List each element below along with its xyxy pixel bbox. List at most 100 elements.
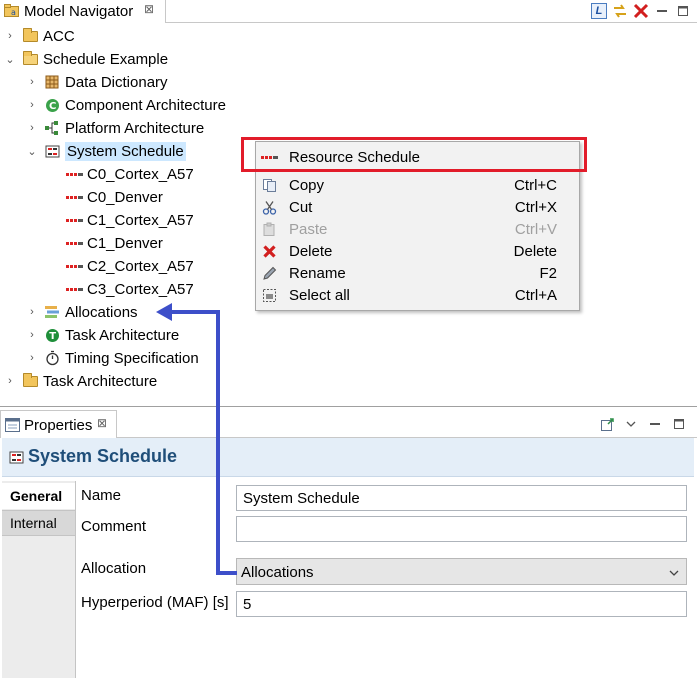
close-icon[interactable]: ⊠ [97, 416, 107, 430]
menu-item-paste[interactable]: Paste Ctrl+V [256, 218, 579, 240]
tree-item-label: C3_Cortex_A57 [87, 280, 194, 298]
tree-item-task-architecture[interactable]: › T Task Architecture [26, 324, 179, 346]
folder-icon [22, 27, 38, 44]
tree-item-schedule-example[interactable]: ⌄ Schedule Example [4, 48, 168, 70]
menu-item-rename[interactable]: Rename F2 [256, 262, 579, 284]
link-with-editor-icon[interactable]: L [591, 3, 607, 19]
properties-side-tabs: General Internal [2, 481, 76, 678]
resource-schedule-icon [65, 258, 83, 274]
tree-item-allocations[interactable]: › Allocations [26, 301, 138, 323]
resource-schedule-icon [65, 212, 83, 228]
chevron-down-icon[interactable]: ⌄ [26, 145, 38, 158]
tree-item-timing-specification[interactable]: › Timing Specification [26, 347, 199, 369]
timing-specification-icon [44, 350, 60, 366]
chevron-right-icon[interactable]: › [26, 306, 38, 318]
tree-item-label: Platform Architecture [65, 119, 205, 137]
tree-item-c1-cortex-a57[interactable]: C1_Cortex_A57 [65, 209, 194, 231]
menu-item-delete[interactable]: Delete Delete [256, 240, 579, 262]
tree-item-c2-cortex-a57[interactable]: C2_Cortex_A57 [65, 255, 194, 277]
tree-item-task-architecture-folder[interactable]: › Task Architecture [4, 370, 157, 392]
navigator-toolbar: L [591, 2, 691, 20]
chevron-right-icon[interactable]: › [26, 352, 38, 364]
highlight-box [241, 137, 587, 172]
view-menu-icon[interactable] [623, 416, 639, 432]
name-label: Name [81, 487, 122, 504]
tree-item-label: C1_Cortex_A57 [87, 211, 194, 229]
tree-item-label: Component Architecture [65, 96, 226, 114]
close-icon[interactable]: ⊠ [144, 2, 154, 16]
tree-item-c0-denver[interactable]: C0_Denver [65, 186, 163, 208]
tree-item-label: Allocations [65, 303, 138, 321]
name-field[interactable]: System Schedule [236, 485, 687, 511]
menu-item-label: Rename [289, 264, 346, 282]
menu-item-select-all[interactable]: Select all Ctrl+A [256, 284, 579, 306]
properties-icon [5, 418, 20, 432]
tree-item-label: Data Dictionary [65, 73, 168, 91]
menu-item-shortcut: F2 [539, 264, 557, 282]
menu-item-shortcut: Delete [513, 242, 557, 260]
model-navigator-title: Model Navigator [24, 3, 134, 20]
properties-tab[interactable]: Properties ⊠ [0, 410, 117, 438]
tree-item-label: C1_Denver [87, 234, 163, 252]
minimize-icon[interactable] [647, 416, 663, 432]
tree-item-label: C0_Cortex_A57 [87, 165, 194, 183]
rename-icon [261, 265, 277, 281]
menu-item-copy[interactable]: Copy Ctrl+C [256, 174, 579, 196]
tree-item-c0-cortex-a57[interactable]: C0_Cortex_A57 [65, 163, 194, 185]
chevron-right-icon[interactable]: › [4, 30, 16, 42]
chevron-right-icon[interactable]: › [26, 99, 38, 111]
task-architecture-icon: T [44, 327, 60, 343]
tree-item-data-dictionary[interactable]: › Data Dictionary [26, 71, 168, 93]
copy-icon [261, 177, 277, 193]
tree-item-label: C0_Denver [87, 188, 163, 206]
delete-icon [261, 243, 277, 259]
tab-internal[interactable]: Internal [2, 510, 75, 536]
properties-toolbar [599, 416, 687, 432]
component-architecture-icon: C [44, 97, 60, 113]
allocation-select[interactable]: Allocations [236, 558, 687, 585]
menu-item-label: Delete [289, 242, 333, 260]
tree-item-label: System Schedule [65, 141, 186, 161]
chevron-right-icon[interactable]: › [26, 122, 38, 134]
menu-item-label: Paste [289, 220, 328, 238]
chevron-right-icon[interactable]: › [4, 375, 16, 387]
minimize-icon[interactable] [654, 3, 670, 19]
menu-item-cut[interactable]: Cut Ctrl+X [256, 196, 579, 218]
resource-schedule-icon [65, 166, 83, 182]
maximize-icon[interactable] [675, 3, 691, 19]
hyperperiod-field[interactable]: 5 [236, 591, 687, 617]
svg-text:a: a [11, 8, 16, 17]
tree-item-c3-cortex-a57[interactable]: C3_Cortex_A57 [65, 278, 194, 300]
chevron-right-icon[interactable]: › [26, 76, 38, 88]
remove-icon[interactable] [633, 3, 649, 19]
tab-divider [166, 22, 697, 23]
pin-icon[interactable] [599, 416, 615, 432]
select-all-icon [261, 287, 277, 303]
chevron-right-icon[interactable]: › [26, 329, 38, 341]
tree-item-label: Task Architecture [65, 326, 180, 344]
data-dictionary-icon [44, 74, 60, 90]
tree-item-label: Schedule Example [43, 50, 169, 68]
chevron-down-icon[interactable]: ⌄ [4, 53, 16, 66]
properties-header-title: System Schedule [28, 446, 178, 466]
svg-text:T: T [49, 331, 56, 342]
tree-item-system-schedule[interactable]: ⌄ System Schedule [26, 140, 186, 162]
maximize-icon[interactable] [671, 416, 687, 432]
comment-label: Comment [81, 518, 147, 535]
system-schedule-icon [44, 143, 60, 159]
menu-item-label: Copy [289, 176, 325, 194]
tree-item-acc[interactable]: › ACC [4, 25, 75, 47]
allocation-select-value: Allocations [241, 564, 314, 581]
sync-icon[interactable] [612, 3, 628, 19]
svg-text:C: C [49, 101, 56, 112]
properties-view: Properties ⊠ System Schedule General Int… [0, 410, 697, 678]
tree-item-platform-architecture[interactable]: › Platform Architecture [26, 117, 204, 139]
model-navigator-tab[interactable]: a Model Navigator ⊠ [0, 0, 166, 23]
comment-field[interactable] [236, 516, 687, 542]
tree-item-c1-denver[interactable]: C1_Denver [65, 232, 163, 254]
tab-general[interactable]: General [2, 483, 75, 509]
chevron-down-icon [668, 562, 680, 582]
tree-item-component-architecture[interactable]: › C Component Architecture [26, 94, 226, 116]
properties-title: Properties [24, 417, 93, 434]
allocations-icon [44, 304, 60, 320]
